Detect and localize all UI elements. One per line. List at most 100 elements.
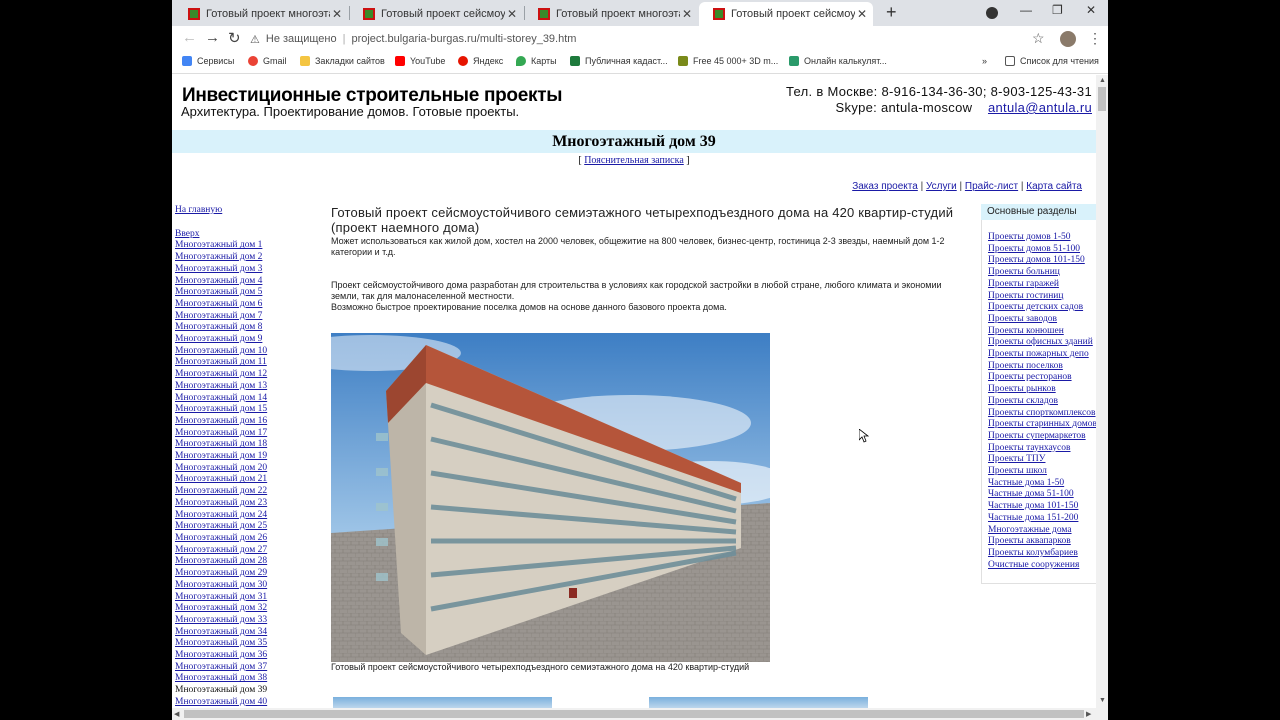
horizontal-scroll-thumb[interactable]: [184, 710, 1084, 718]
scroll-down-icon[interactable]: ▼: [1099, 697, 1106, 704]
avatar[interactable]: [1060, 31, 1076, 47]
building-render-image[interactable]: [331, 333, 770, 662]
right-nav-item[interactable]: Проекты детских садов: [988, 302, 1096, 314]
left-nav-item[interactable]: Многоэтажный дом 13: [175, 381, 325, 393]
minimize-icon[interactable]: —: [1020, 3, 1032, 17]
tab-1[interactable]: Готовый проект многоэтажного ✕: [174, 2, 348, 26]
menu-dots-icon[interactable]: ⋮: [1088, 30, 1102, 47]
more-bookmarks-button[interactable]: »: [982, 56, 987, 66]
right-nav-item[interactable]: Проекты ТПУ: [988, 454, 1096, 466]
left-nav-item[interactable]: Многоэтажный дом 7: [175, 311, 325, 323]
right-nav-item[interactable]: Проекты поселков: [988, 361, 1096, 373]
horizontal-scrollbar[interactable]: ◀ ▶: [172, 708, 1108, 720]
left-nav-item[interactable]: Многоэтажный дом 33: [175, 615, 325, 627]
left-nav-item[interactable]: Многоэтажный дом 4: [175, 276, 325, 288]
tab-2[interactable]: Готовый проект сейсмоустойчив ✕: [349, 2, 523, 26]
right-nav-item[interactable]: Частные дома 101-150: [988, 501, 1096, 513]
right-nav-item[interactable]: Проекты школ: [988, 466, 1096, 478]
address-bar[interactable]: ⚠ Не защищено | project.bulgaria-burgas.…: [250, 28, 988, 50]
tab-search-icon[interactable]: [986, 7, 998, 19]
bookmark-star-icon[interactable]: ☆: [1032, 30, 1045, 47]
right-nav-item[interactable]: Частные дома 1-50: [988, 478, 1096, 490]
left-nav-item[interactable]: Многоэтажный дом 17: [175, 428, 325, 440]
left-nav-item[interactable]: Многоэтажный дом 23: [175, 498, 325, 510]
bookmark-item[interactable]: Закладки сайтов: [300, 56, 385, 66]
close-icon[interactable]: ✕: [332, 7, 342, 21]
left-nav-item[interactable]: Многоэтажный дом 37: [175, 662, 325, 674]
right-nav-item[interactable]: Проекты гаражей: [988, 279, 1096, 291]
left-nav-item[interactable]: Многоэтажный дом 2: [175, 252, 325, 264]
left-nav-item[interactable]: Многоэтажный дом 22: [175, 486, 325, 498]
left-nav-item[interactable]: Многоэтажный дом 10: [175, 346, 325, 358]
left-nav-item[interactable]: Многоэтажный дом 31: [175, 592, 325, 604]
right-nav-item[interactable]: Проекты аквапарков: [988, 536, 1096, 548]
right-nav-item[interactable]: Частные дома 51-100: [988, 489, 1096, 501]
left-nav-item[interactable]: Многоэтажный дом 1: [175, 240, 325, 252]
left-nav-item[interactable]: Многоэтажный дом 40: [175, 697, 325, 708]
left-nav-item[interactable]: Многоэтажный дом 20: [175, 463, 325, 475]
left-nav-item[interactable]: Многоэтажный дом 36: [175, 650, 325, 662]
reload-icon[interactable]: ↻: [228, 29, 241, 47]
email-link[interactable]: antula@antula.ru: [988, 100, 1092, 115]
left-nav-item[interactable]: Многоэтажный дом 35: [175, 638, 325, 650]
thumbnail-image[interactable]: [649, 697, 868, 708]
bookmark-item[interactable]: Публичная кадаст...: [570, 56, 668, 66]
right-nav-item[interactable]: Проекты спорткомплексов: [988, 408, 1096, 420]
right-nav-item[interactable]: Проекты пожарных депо: [988, 349, 1096, 361]
bookmark-item[interactable]: Gmail: [248, 56, 287, 66]
left-nav-item[interactable]: Многоэтажный дом 14: [175, 393, 325, 405]
right-nav-item[interactable]: Проекты складов: [988, 396, 1096, 408]
left-nav-item[interactable]: Многоэтажный дом 16: [175, 416, 325, 428]
reading-list-button[interactable]: Список для чтения: [1005, 56, 1099, 66]
site-map-link[interactable]: Карта сайта: [1026, 181, 1082, 192]
window-close-icon[interactable]: ✕: [1086, 3, 1096, 17]
vertical-scroll-thumb[interactable]: [1098, 87, 1106, 111]
right-nav-item[interactable]: Проекты домов 1-50: [988, 232, 1096, 244]
right-nav-item[interactable]: Проекты конюшен: [988, 326, 1096, 338]
vertical-scrollbar[interactable]: ▲ ▼: [1096, 75, 1108, 708]
close-icon[interactable]: ✕: [507, 7, 517, 21]
forward-icon[interactable]: →: [205, 29, 220, 46]
right-nav-item[interactable]: Проекты домов 101-150: [988, 255, 1096, 267]
left-nav-item[interactable]: Многоэтажный дом 30: [175, 580, 325, 592]
new-tab-icon[interactable]: +: [886, 2, 897, 23]
left-nav-item[interactable]: Многоэтажный дом 6: [175, 299, 325, 311]
right-nav-item[interactable]: Проекты рынков: [988, 384, 1096, 396]
right-nav-item[interactable]: Проекты больниц: [988, 267, 1096, 279]
bookmark-item[interactable]: Карты: [516, 56, 557, 66]
right-nav-item[interactable]: Проекты заводов: [988, 314, 1096, 326]
right-nav-item[interactable]: Проекты офисных зданий: [988, 337, 1096, 349]
close-icon[interactable]: ✕: [682, 7, 692, 21]
right-nav-item[interactable]: Очистные сооружения: [988, 560, 1096, 572]
tab-4-active[interactable]: Готовый проект сейсмоустойчив ✕: [699, 2, 873, 26]
services-link[interactable]: Услуги: [926, 181, 957, 192]
left-nav-item[interactable]: Многоэтажный дом 19: [175, 451, 325, 463]
left-nav-item[interactable]: Многоэтажный дом 38: [175, 673, 325, 685]
left-nav-item[interactable]: Многоэтажный дом 5: [175, 287, 325, 299]
order-link[interactable]: Заказ проекта: [852, 181, 918, 192]
explanatory-note-link[interactable]: Пояснительная записка: [584, 155, 684, 166]
left-nav-item[interactable]: Многоэтажный дом 11: [175, 357, 325, 369]
left-nav-item[interactable]: Многоэтажный дом 32: [175, 603, 325, 615]
right-nav-item[interactable]: Частные дома 151-200: [988, 513, 1096, 525]
bookmark-item[interactable]: Free 45 000+ 3D m...: [678, 56, 778, 66]
thumbnail-image[interactable]: [333, 697, 552, 708]
right-nav-item[interactable]: Проекты ресторанов: [988, 372, 1096, 384]
url-text[interactable]: project.bulgaria-burgas.ru/multi-storey_…: [351, 33, 576, 45]
right-nav-item[interactable]: Проекты супермаркетов: [988, 431, 1096, 443]
tab-3[interactable]: Готовый проект многоэтажного ✕: [524, 2, 698, 26]
warning-icon[interactable]: ⚠: [250, 33, 260, 46]
bookmark-item[interactable]: Сервисы: [182, 56, 234, 66]
up-link[interactable]: Вверх: [175, 229, 325, 241]
left-nav-item[interactable]: Многоэтажный дом 29: [175, 568, 325, 580]
left-nav-item[interactable]: Многоэтажный дом 28: [175, 556, 325, 568]
right-nav-item[interactable]: Проекты домов 51-100: [988, 244, 1096, 256]
scroll-right-icon[interactable]: ▶: [1086, 710, 1091, 718]
left-nav-item[interactable]: Многоэтажный дом 15: [175, 404, 325, 416]
scroll-left-icon[interactable]: ◀: [174, 710, 179, 718]
left-nav-item[interactable]: Многоэтажный дом 27: [175, 545, 325, 557]
left-nav-item[interactable]: Многоэтажный дом 24: [175, 510, 325, 522]
restore-icon[interactable]: ❐: [1052, 3, 1063, 17]
bookmark-item[interactable]: Яндекс: [458, 56, 503, 66]
left-nav-item[interactable]: Многоэтажный дом 8: [175, 322, 325, 334]
